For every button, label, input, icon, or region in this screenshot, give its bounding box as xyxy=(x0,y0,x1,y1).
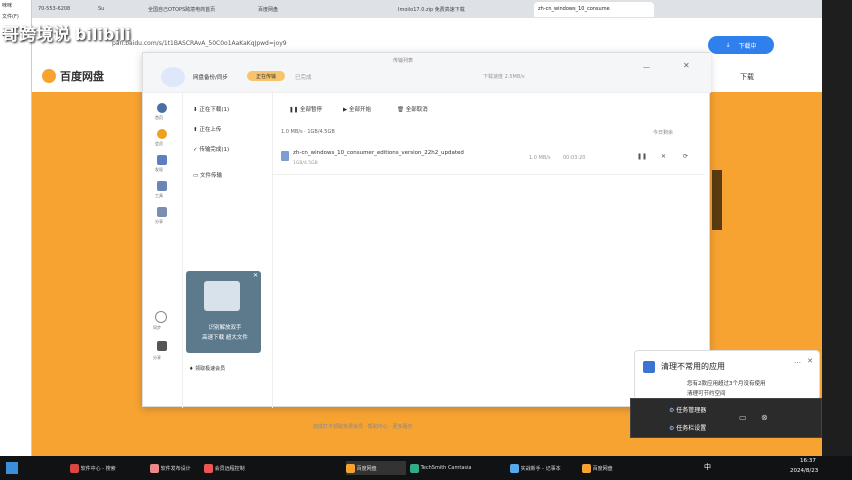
notification-body2: 清理可节约空间 xyxy=(687,391,726,397)
icon-rail: 首页 会员 发现 工具 分享 同步 分享 xyxy=(143,93,183,408)
row-cancel-icon[interactable]: ✕ xyxy=(661,153,666,160)
tab-3[interactable]: 全国自己OTOPS跨境电商首页 xyxy=(144,2,254,17)
tab-2[interactable]: Su xyxy=(94,2,144,17)
rail-bottom-0: 同步 xyxy=(153,325,161,330)
rail-bottom-1: 分享 xyxy=(153,355,161,360)
tab-backup[interactable]: 网盘备份/同步 xyxy=(193,73,228,81)
tab-6[interactable]: zh-cn_windows_10_consume xyxy=(534,1,654,17)
file-time: 00:03:20 xyxy=(563,155,586,161)
popup-x-icon[interactable]: ⊗ xyxy=(761,413,768,422)
tab-4[interactable]: 百度网盘 xyxy=(254,2,364,17)
baidu-logo: 百度网盘 xyxy=(42,68,104,84)
taskbar: 软件中心 - 搜索 软件发布设计 会员远程控制 百度网盘 TechSmith C… xyxy=(0,456,852,480)
taskbar-item-5[interactable]: 实战新手 - 记事本 xyxy=(510,461,580,475)
minimize-icon[interactable]: — xyxy=(643,63,650,71)
ad-footer: 完成打卡领取免费会员 · 帮助中心 · 更多服务 xyxy=(313,424,413,430)
speed-stats: 下载速度 2.5MB/s xyxy=(483,74,525,80)
toast-more-icon[interactable]: … xyxy=(794,357,801,365)
sync-icon[interactable] xyxy=(155,311,167,323)
rail-label-2: 发现 xyxy=(155,167,163,172)
chart-icon xyxy=(204,281,240,311)
start-icon[interactable] xyxy=(6,462,18,474)
row-folder-icon[interactable]: ⟳ xyxy=(683,153,688,160)
sidebar-item-downloading[interactable]: ⬇ 正在下载(1) xyxy=(193,105,229,113)
delete-icon: 🗑 xyxy=(397,107,406,113)
taskbar-item-4[interactable]: TechSmith Camtasia xyxy=(410,461,484,475)
taskbar-item-1[interactable]: 软件发布设计 xyxy=(150,461,200,475)
transfer-sidebar: ⬇ 正在下载(1) ⬆ 正在上传 ✓ 传输完成(1) ▭ 文件传输 ✕ 识别解放… xyxy=(183,93,273,408)
cloud-avatar-icon xyxy=(161,67,185,87)
tools-icon[interactable] xyxy=(157,181,167,191)
file-name: zh-cn_windows_10_consumer_editions_versi… xyxy=(293,150,464,156)
notification-title: 清理不常用的应用 xyxy=(661,362,725,371)
pause-icon: ❚❚ xyxy=(289,107,300,113)
rail-label-0: 首页 xyxy=(155,115,163,120)
dark-stripe xyxy=(712,170,722,230)
vip-icon[interactable] xyxy=(157,129,167,139)
download-button[interactable]: ↓ 下载中 xyxy=(708,36,774,54)
sidebar-item-uploading[interactable]: ⬆ 正在上传 xyxy=(193,125,221,133)
share-bottom-icon[interactable] xyxy=(157,341,167,351)
popup-task-manager[interactable]: ⚙ 任务管理器 xyxy=(669,405,706,414)
promo-footer[interactable]: ♦ 领取极速会员 xyxy=(189,365,225,372)
watermark-text: 哥跨境说 xyxy=(2,25,70,45)
outer-label-1: 咪咪 xyxy=(2,3,13,9)
watermark: 哥跨境说 bilibili xyxy=(2,20,132,46)
promo-line2: 高速下载 超大文件 xyxy=(202,335,248,341)
section-label: 1.0 MB/s · 1GB/4.5GB xyxy=(281,129,335,135)
share-icon[interactable] xyxy=(157,207,167,217)
toolbar-start-all[interactable]: ▶ 全部开始 xyxy=(343,105,371,113)
clock-date[interactable]: 2024/8/23 xyxy=(790,468,818,474)
home-icon[interactable] xyxy=(157,103,167,113)
tab-1[interactable]: 70-553-6208 xyxy=(34,2,94,17)
cloud-logo-icon xyxy=(42,69,56,83)
sidebar-item-file-transfer[interactable]: ▭ 文件传输 xyxy=(193,171,222,179)
rail-label-3: 工具 xyxy=(155,193,163,198)
promo-card[interactable]: ✕ 识别解放双手 高速下载 超大文件 xyxy=(186,271,261,353)
file-speed: 1.0 MB/s xyxy=(529,155,551,161)
file-row[interactable]: zh-cn_windows_10_consumer_editions_versi… xyxy=(273,145,705,175)
dialog-header: 传输列表 网盘备份/同步 正在传输 已完成 下载速度 2.5MB/s — ✕ xyxy=(143,53,711,93)
file-size: 1GB/4.5GB xyxy=(293,161,318,166)
url-field[interactable]: pan.baidu.com/s/1t1BASCRAvA_50C0o1AaKaKq… xyxy=(112,40,412,52)
tab-5[interactable]: Imoiio17.0.zip 免费高速下载 xyxy=(394,2,534,17)
rail-label-4: 分享 xyxy=(155,219,163,224)
tab-transferring[interactable]: 正在传输 xyxy=(247,71,285,81)
notification-toast[interactable]: 清理不常用的应用 您有2款应用超过3个月没有使用 清理可节约空间 … ✕ xyxy=(634,350,820,400)
popup-folder-icon[interactable]: ▭ xyxy=(739,413,747,422)
cleanup-app-icon xyxy=(643,361,655,373)
sidebar-item-completed[interactable]: ✓ 传输完成(1) xyxy=(193,145,229,153)
file-icon: ▭ xyxy=(193,173,200,179)
ime-indicator[interactable]: 中 xyxy=(704,462,711,472)
taskbar-popup: ⚙ 任务管理器 ⚙ 任务栏设置 ▭ ⊗ xyxy=(630,398,822,438)
discover-icon[interactable] xyxy=(157,155,167,165)
zip-file-icon xyxy=(281,151,289,161)
arrow-down-icon: ↓ xyxy=(725,41,731,49)
clock-time[interactable]: 16:37 xyxy=(800,458,816,464)
outer-left-window: 咪咪 文件(F) 1 xyxy=(0,0,32,456)
toast-close-icon[interactable]: ✕ xyxy=(807,357,813,365)
baidu-right-link[interactable]: 下载 xyxy=(740,72,754,82)
dialog-title: 传输列表 xyxy=(393,58,414,64)
transfer-dialog: 传输列表 网盘备份/同步 正在传输 已完成 下载速度 2.5MB/s — ✕ 首… xyxy=(142,52,711,430)
taskbar-item-6[interactable]: 百度网盘 xyxy=(582,461,632,475)
notification-body1: 您有2款应用超过3个月没有使用 xyxy=(687,381,766,387)
tab-completed[interactable]: 已完成 xyxy=(295,73,312,81)
rail-label-1: 会员 xyxy=(155,141,163,146)
toolbar-cancel-all[interactable]: 🗑 全部取消 xyxy=(397,105,428,113)
row-pause-icon[interactable]: ❚❚ xyxy=(637,153,647,160)
promo-line1: 识别解放双手 xyxy=(208,325,242,331)
taskbar-item-0[interactable]: 软件中心 - 搜索 xyxy=(70,461,144,475)
popup-taskbar-settings[interactable]: ⚙ 任务栏设置 xyxy=(669,423,706,432)
toolbar-pause-all[interactable]: ❚❚ 全部暂停 xyxy=(289,105,322,113)
taskbar-item-2[interactable]: 会员远程控制 xyxy=(204,461,264,475)
taskbar-item-3[interactable]: 百度网盘 xyxy=(346,461,406,475)
close-icon[interactable]: ✕ xyxy=(683,61,690,70)
tab-strip: 70-553-6208 Su 全国自己OTOPS跨境电商首页 百度网盘 Imoi… xyxy=(32,0,822,18)
promo-close-icon[interactable]: ✕ xyxy=(253,272,258,279)
section-right: 今日剩余 xyxy=(653,130,674,136)
watermark-brand: bilibili xyxy=(74,25,131,44)
